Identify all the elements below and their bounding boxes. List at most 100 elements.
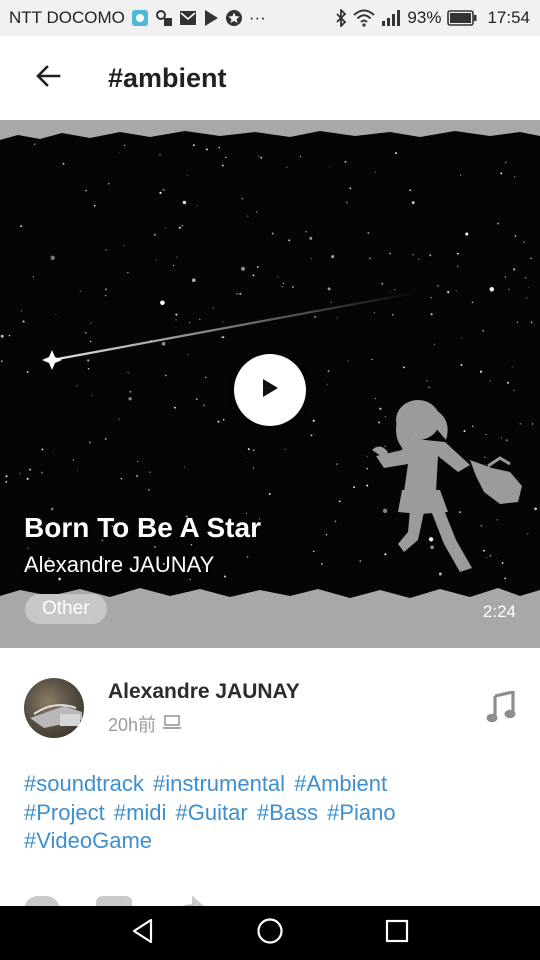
star-dot bbox=[514, 176, 516, 178]
home-circle-icon bbox=[256, 917, 284, 950]
star-dot bbox=[433, 343, 435, 345]
star-dot bbox=[348, 360, 350, 362]
star-dot bbox=[129, 390, 132, 393]
star-dot bbox=[175, 313, 178, 316]
star-dot bbox=[330, 301, 332, 304]
star-dot bbox=[371, 358, 373, 361]
star-dot bbox=[459, 511, 462, 514]
star-dot bbox=[480, 524, 483, 527]
star-dot bbox=[187, 174, 189, 176]
star-dot bbox=[395, 152, 398, 155]
star-dot bbox=[496, 519, 498, 521]
star-dot bbox=[310, 257, 313, 259]
star-dot bbox=[501, 562, 504, 564]
star-dot bbox=[196, 205, 198, 207]
star-dot bbox=[187, 354, 189, 355]
star-dot bbox=[247, 448, 250, 451]
star-dot bbox=[183, 467, 185, 468]
star-dot bbox=[349, 187, 352, 190]
track-artist: Alexandre JAUNAY bbox=[24, 552, 215, 577]
star-dot bbox=[256, 211, 258, 213]
star-dot bbox=[527, 533, 529, 535]
star-dot bbox=[312, 550, 315, 553]
hashtag-link[interactable]: #VideoGame bbox=[24, 828, 152, 853]
star-dot bbox=[336, 463, 338, 465]
star-dot bbox=[516, 321, 519, 324]
hashtag-link[interactable]: #Guitar bbox=[176, 800, 248, 825]
laptop-icon bbox=[162, 714, 182, 735]
star-dot bbox=[161, 341, 166, 346]
recents-square-icon bbox=[385, 919, 409, 948]
star-dot bbox=[327, 383, 328, 385]
star-dot bbox=[120, 477, 123, 480]
star-dot bbox=[482, 329, 485, 332]
star-dot bbox=[505, 439, 508, 442]
post-meta: 20h前 bbox=[108, 711, 182, 737]
star-dot bbox=[291, 285, 294, 289]
star-dot bbox=[384, 445, 386, 447]
star-dot bbox=[309, 236, 313, 240]
star-dot bbox=[331, 255, 335, 259]
star-dot bbox=[77, 469, 78, 471]
play-button[interactable] bbox=[234, 354, 306, 426]
star-dot bbox=[366, 467, 369, 470]
hashtag-link[interactable]: #Project bbox=[24, 800, 105, 825]
star-dot bbox=[62, 162, 65, 165]
star-dot bbox=[327, 287, 331, 291]
nav-home-button[interactable] bbox=[240, 906, 300, 960]
avatar[interactable] bbox=[24, 678, 84, 738]
star-dot bbox=[320, 563, 323, 565]
hashtag-link[interactable]: #soundtrack bbox=[24, 771, 144, 796]
star-dot bbox=[367, 231, 370, 235]
star-dot bbox=[191, 278, 196, 283]
star-dot bbox=[41, 471, 43, 474]
star-dot bbox=[182, 200, 187, 205]
nav-back-button[interactable] bbox=[113, 906, 173, 960]
system-nav-bar bbox=[0, 906, 540, 960]
star-dot bbox=[1, 360, 3, 362]
star-dot bbox=[465, 232, 469, 236]
hashtag-link[interactable]: #Bass bbox=[257, 800, 318, 825]
star-dot bbox=[19, 473, 21, 475]
star-dot bbox=[118, 418, 120, 420]
star-dot bbox=[50, 255, 55, 261]
star-dot bbox=[33, 143, 36, 146]
hashtag-link[interactable]: #midi bbox=[114, 800, 167, 825]
star-dot bbox=[247, 215, 249, 217]
hashtag-link[interactable]: #Piano bbox=[327, 800, 396, 825]
app-icon bbox=[131, 9, 149, 27]
star-dot bbox=[85, 189, 87, 192]
nav-recents-button[interactable] bbox=[367, 906, 427, 960]
star-dot bbox=[239, 292, 242, 295]
star-dot bbox=[479, 370, 483, 373]
back-triangle-icon bbox=[131, 918, 155, 949]
star-dot bbox=[55, 314, 57, 315]
star-dot bbox=[22, 320, 25, 323]
status-bar: NTT DOCOMO ··· 93% 17:54 bbox=[0, 0, 540, 36]
star-icon bbox=[225, 9, 243, 27]
star-dot bbox=[513, 389, 515, 392]
star-dot bbox=[20, 225, 23, 228]
star-dot bbox=[496, 557, 498, 558]
back-button[interactable] bbox=[16, 46, 80, 110]
hashtag-link[interactable]: #instrumental bbox=[153, 771, 285, 796]
star-dot bbox=[457, 265, 459, 267]
star-dot bbox=[338, 500, 341, 503]
author-name[interactable]: Alexandre JAUNAY bbox=[108, 680, 300, 704]
signal-icon bbox=[381, 9, 401, 27]
star-dot bbox=[137, 460, 139, 463]
star-dot bbox=[447, 291, 450, 294]
genre-badge[interactable]: Other bbox=[25, 594, 107, 624]
star-dot bbox=[504, 276, 507, 278]
star-dot bbox=[268, 493, 271, 495]
star-dot bbox=[156, 259, 157, 260]
star-dot bbox=[428, 386, 430, 389]
star-dot bbox=[526, 297, 528, 299]
star-dot bbox=[299, 156, 302, 158]
star-dot bbox=[5, 481, 8, 483]
hashtag-link[interactable]: #Ambient bbox=[294, 771, 387, 796]
track-artwork[interactable]: Born To Be A Star Alexandre JAUNAY Other… bbox=[0, 120, 540, 648]
star-dot bbox=[20, 310, 22, 312]
star-dot bbox=[314, 315, 317, 318]
star-dot bbox=[384, 416, 386, 418]
